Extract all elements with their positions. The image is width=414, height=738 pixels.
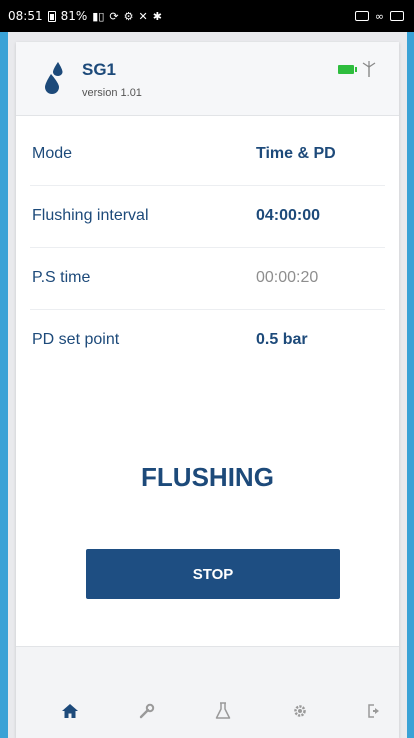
screen-icon <box>354 11 369 21</box>
device-card: SG1 version 1.01 Mode Time & PD Flushing… <box>16 42 399 738</box>
setting-label: PD set point <box>32 331 120 348</box>
setting-row-flushing-interval: Flushing interval 04:00:00 <box>30 186 385 248</box>
link-icon: ∞ <box>374 9 384 23</box>
setting-label: P.S time <box>32 269 91 286</box>
antenna-icon <box>362 61 376 77</box>
frame-left <box>0 32 8 738</box>
battery-small-icon <box>47 10 56 22</box>
sync-icon: ⟳ <box>109 9 119 23</box>
setting-value: 0.5 bar <box>256 331 308 348</box>
nav-logout[interactable] <box>364 699 388 723</box>
battery-percent: 81% <box>60 9 88 23</box>
setting-value: Time & PD <box>256 145 336 162</box>
setting-row-mode: Mode Time & PD <box>30 124 385 186</box>
settings-small-icon: ⚙ <box>123 9 134 23</box>
flask-icon <box>215 702 231 719</box>
gear-icon <box>294 705 306 717</box>
nav-lab[interactable] <box>211 699 235 723</box>
setting-row-pd-set-point: PD set point 0.5 bar <box>30 310 385 372</box>
status-left: 08:51 81% ▮▯ ⟳ ⚙ ✕ ✱ <box>8 9 162 23</box>
nav-settings[interactable] <box>288 699 312 723</box>
battery-icon <box>338 65 357 74</box>
operation-status: FLUSHING <box>141 462 274 492</box>
system-status-bar: 08:51 81% ▮▯ ⟳ ⚙ ✕ ✱ ∞ <box>0 0 414 32</box>
gallery-icon <box>390 11 404 21</box>
nav-home[interactable] <box>58 699 82 723</box>
clock: 08:51 <box>8 9 43 23</box>
logout-icon <box>368 704 379 718</box>
device-version: version 1.01 <box>82 87 142 99</box>
setting-label: Mode <box>32 145 73 162</box>
bottom-nav <box>16 646 399 738</box>
setting-label: Flushing interval <box>32 207 149 224</box>
nav-tools[interactable] <box>135 699 159 723</box>
mute-icon: ✕ <box>138 9 148 23</box>
signal-icon: ▮▯ <box>92 9 105 23</box>
stop-button[interactable]: STOP <box>86 549 340 599</box>
wrench-icon <box>139 703 155 719</box>
setting-row-ps-time: P.S time 00:00:20 <box>30 248 385 310</box>
bluetooth-icon: ✱ <box>152 9 162 23</box>
settings-list: Mode Time & PD Flushing interval 04:00:0… <box>16 124 399 372</box>
home-icon <box>62 704 78 718</box>
frame-right <box>407 32 414 738</box>
device-header: SG1 version 1.01 <box>16 42 399 116</box>
water-drop-icon <box>45 62 63 94</box>
setting-value: 00:00:20 <box>256 269 319 286</box>
status-right: ∞ <box>354 9 404 23</box>
device-name: SG1 <box>82 60 117 79</box>
setting-value: 04:00:00 <box>256 207 321 224</box>
